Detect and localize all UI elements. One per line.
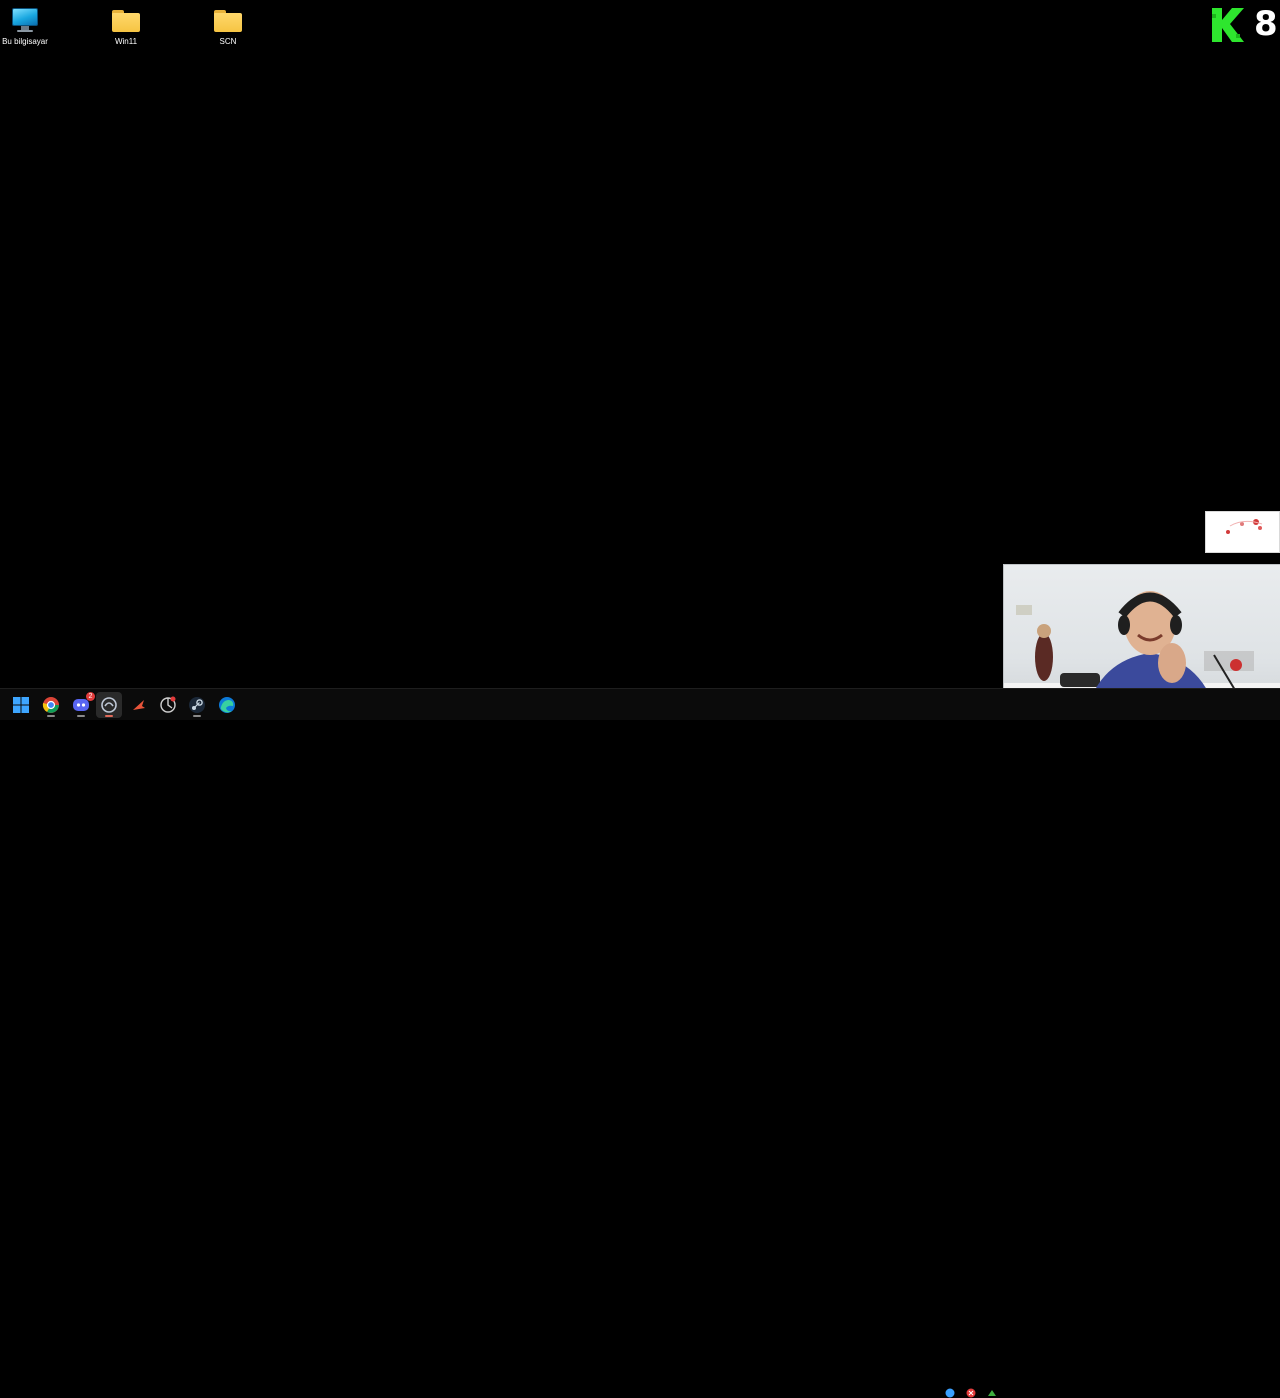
taskbar-game-app-button[interactable] [126, 692, 152, 718]
widget-graphic-icon [1226, 519, 1263, 534]
k-logo-icon [1212, 8, 1244, 42]
game-app-icon [133, 700, 145, 710]
taskbar-chrome-button[interactable] [38, 692, 64, 718]
computer-icon [10, 6, 40, 34]
running-indicator [77, 715, 85, 717]
tray-green-icon[interactable] [987, 1388, 997, 1398]
desktop-icon-this-pc[interactable]: Bu bilgisayar [0, 6, 57, 52]
desktop-icon-label: Bu bilgisayar [2, 37, 48, 46]
active-indicator [105, 715, 113, 717]
tray-blue-icon[interactable] [945, 1388, 955, 1398]
taskbar-active-app-button[interactable] [96, 692, 122, 718]
edge-icon [219, 697, 235, 713]
desktop-icon-label: SCN [219, 37, 237, 46]
taskbar-browser-button[interactable] [155, 692, 181, 718]
channel-logo: 8 [1210, 4, 1278, 44]
taskbar: 2 [0, 688, 1280, 1398]
tray-red-icon[interactable] [966, 1388, 976, 1398]
notification-badge: 2 [86, 692, 95, 701]
folder-icon [213, 6, 243, 34]
start-button[interactable] [8, 692, 34, 718]
logo-number: 8 [1254, 4, 1278, 44]
steam-icon [189, 697, 205, 713]
folder-icon [111, 6, 141, 34]
desktop-icon-scn[interactable]: SCN [196, 6, 260, 52]
desktop-icon-label: Win11 [114, 37, 138, 46]
running-indicator [47, 715, 55, 717]
browser-icon [160, 696, 176, 713]
chrome-icon [42, 697, 59, 713]
desktop-icon-win11[interactable]: Win11 [94, 6, 158, 52]
taskbar-discord-button[interactable]: 2 [68, 692, 95, 718]
taskbar-edge-button[interactable] [214, 692, 240, 718]
running-indicator [193, 715, 201, 717]
windows-start-icon [13, 697, 29, 713]
overlay-widget [1205, 511, 1280, 553]
app-icon [101, 697, 117, 713]
taskbar-steam-button[interactable] [184, 692, 210, 718]
